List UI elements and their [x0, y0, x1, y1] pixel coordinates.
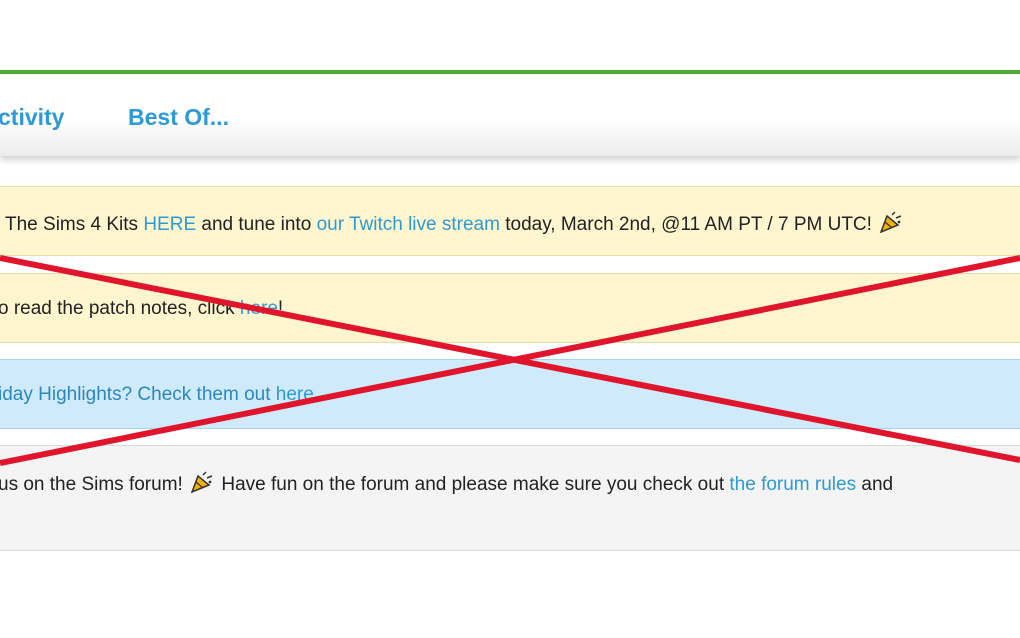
banner-text: iday Highlights? Check them out [0, 384, 276, 405]
banner-text: The Sims 4 Kits [5, 214, 144, 235]
banner-text: and [856, 474, 894, 495]
announcement-banner-highlights: iday Highlights? Check them out here. [0, 359, 1020, 429]
banner-text: and tune into [196, 214, 317, 235]
banner-text: o read the patch notes, click [0, 298, 240, 319]
banner-text: today, March 2nd, @11 AM PT / 7 PM UTC! [499, 214, 878, 235]
twitch-stream-link[interactable]: our Twitch live stream [317, 214, 500, 235]
nav-activity-link[interactable]: ctivity [0, 104, 64, 131]
patch-notes-here-link[interactable]: here [240, 298, 278, 319]
banner-text: ! [277, 298, 284, 319]
announcement-banner-patch-notes: o read the patch notes, click here! [0, 273, 1020, 343]
forum-rules-link[interactable]: the forum rules [729, 474, 856, 495]
banner-text: us on the Sims forum! [0, 474, 189, 495]
kits-here-link[interactable]: HERE [143, 214, 196, 235]
banner-text: Have fun on the forum and please make su… [216, 474, 730, 495]
highlights-here-link[interactable]: here [276, 384, 314, 405]
welcome-banner: us on the Sims forum! Have fun on the fo… [0, 445, 1020, 551]
party-popper-icon [190, 471, 214, 494]
nav-best-of-link[interactable]: Best Of... [128, 104, 229, 131]
forum-nav-bar: ctivity Best Of... [0, 74, 1020, 156]
banner-text: . [313, 384, 320, 405]
announcement-banner-kits: The Sims 4 Kits HERE and tune into our T… [0, 186, 1020, 256]
party-popper-icon [879, 211, 903, 234]
